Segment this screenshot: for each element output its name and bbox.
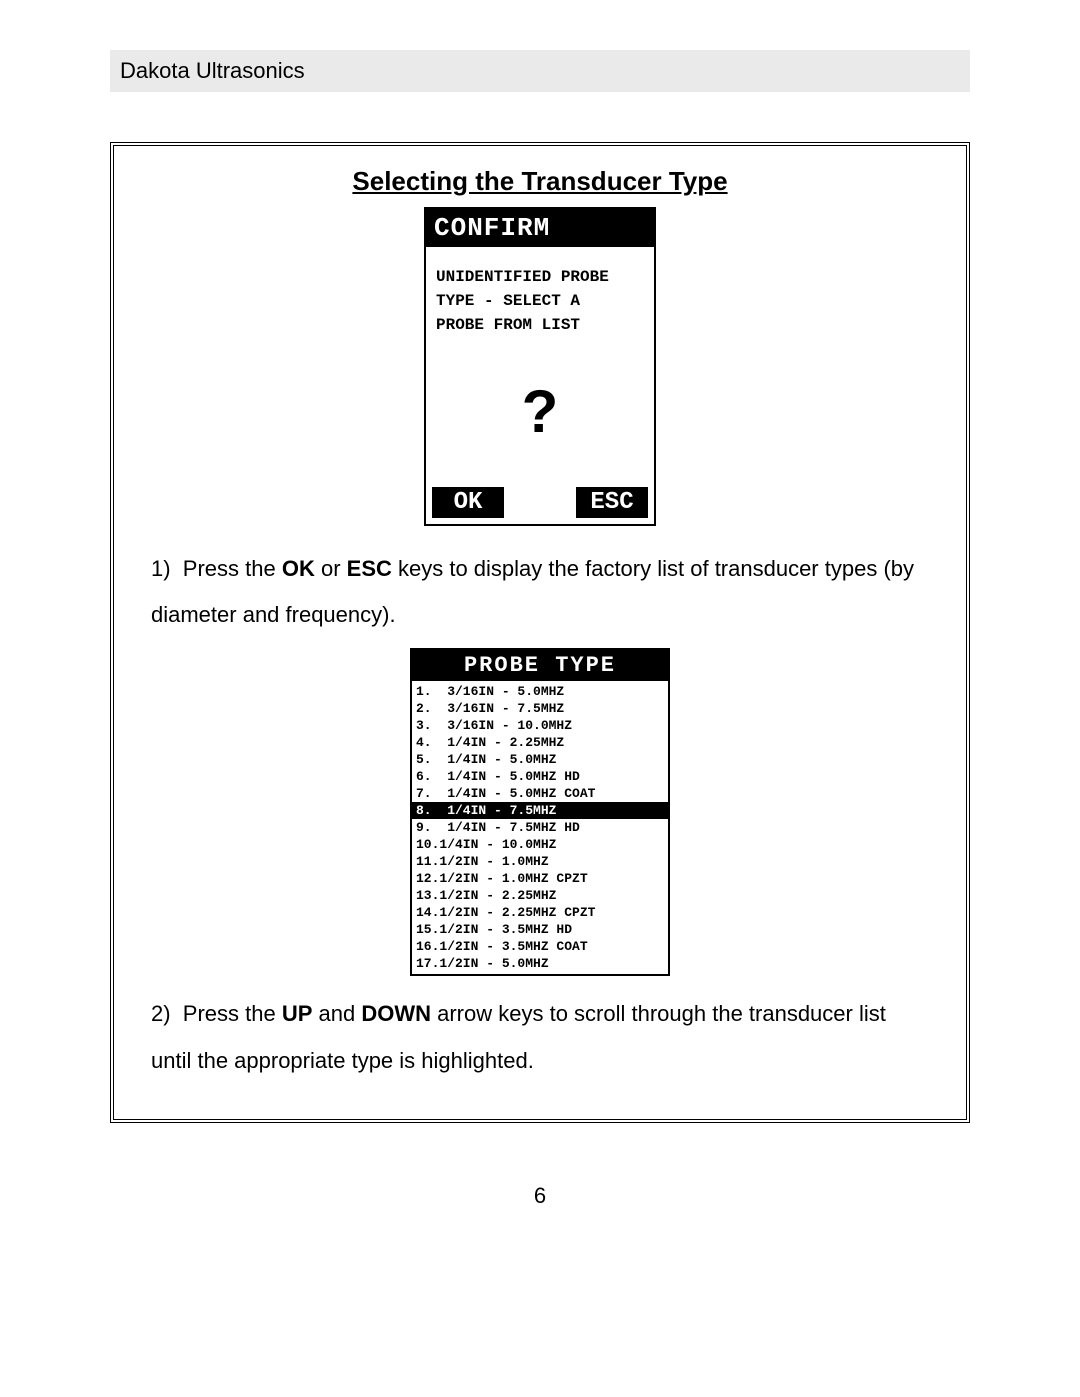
probe-row[interactable]: 13.1/2IN - 2.25MHZ [412,887,668,904]
probe-row[interactable]: 2. 3/16IN - 7.5MHZ [412,700,668,717]
confirm-body: UNIDENTIFIED PROBE TYPE - SELECT A PROBE… [426,247,654,487]
probe-row[interactable]: 9. 1/4IN - 7.5MHZ HD [412,819,668,836]
confirm-line3: PROBE FROM LIST [436,313,644,337]
confirm-dialog: CONFIRM UNIDENTIFIED PROBE TYPE - SELECT… [424,207,656,526]
esc-button[interactable]: ESC [576,487,648,518]
probe-type-list: PROBE TYPE 1. 3/16IN - 5.0MHZ2. 3/16IN -… [410,648,670,976]
question-mark-icon: ? [436,337,644,477]
probe-row[interactable]: 4. 1/4IN - 2.25MHZ [412,734,668,751]
probe-row[interactable]: 12.1/2IN - 1.0MHZ CPZT [412,870,668,887]
ok-button[interactable]: OK [432,487,504,518]
probe-row[interactable]: 7. 1/4IN - 5.0MHZ COAT [412,785,668,802]
confirm-title: CONFIRM [426,209,654,247]
step2-text-a: Press the [183,1001,282,1026]
probe-row[interactable]: 10.1/4IN - 10.0MHZ [412,836,668,853]
confirm-line2: TYPE - SELECT A [436,289,644,313]
probe-row[interactable]: 15.1/2IN - 3.5MHZ HD [412,921,668,938]
probe-row[interactable]: 17.1/2IN - 5.0MHZ [412,955,668,972]
document-header: Dakota Ultrasonics [110,50,970,92]
probe-row[interactable]: 11.1/2IN - 1.0MHZ [412,853,668,870]
probe-list-body[interactable]: 1. 3/16IN - 5.0MHZ2. 3/16IN - 7.5MHZ3. 3… [412,681,668,974]
step1-text-a: Press the [183,556,282,581]
up-key-label: UP [282,1001,313,1026]
probe-row[interactable]: 3. 3/16IN - 10.0MHZ [412,717,668,734]
step-number: 1) [151,556,171,581]
probe-row[interactable]: 6. 1/4IN - 5.0MHZ HD [412,768,668,785]
confirm-line1: UNIDENTIFIED PROBE [436,265,644,289]
step-2: 2) Press the UP and DOWN arrow keys to s… [151,991,929,1083]
probe-row[interactable]: 14.1/2IN - 2.25MHZ CPZT [412,904,668,921]
probe-row[interactable]: 1. 3/16IN - 5.0MHZ [412,683,668,700]
down-key-label: DOWN [361,1001,431,1026]
step2-text-b: and [312,1001,361,1026]
page-number: 6 [110,1183,970,1209]
step1-text-b: or [315,556,347,581]
section-title: Selecting the Transducer Type [139,166,941,197]
probe-row[interactable]: 8. 1/4IN - 7.5MHZ [412,802,668,819]
probe-row[interactable]: 5. 1/4IN - 5.0MHZ [412,751,668,768]
step-1: 1) Press the OK or ESC keys to display t… [151,546,929,638]
ok-key-label: OK [282,556,315,581]
esc-key-label: ESC [347,556,392,581]
step-number: 2) [151,1001,171,1026]
probe-list-title: PROBE TYPE [412,650,668,681]
probe-row[interactable]: 16.1/2IN - 3.5MHZ COAT [412,938,668,955]
content-frame: Selecting the Transducer Type CONFIRM UN… [110,142,970,1123]
